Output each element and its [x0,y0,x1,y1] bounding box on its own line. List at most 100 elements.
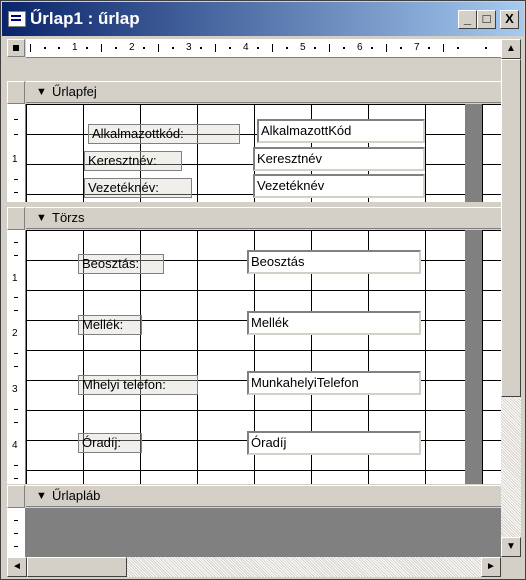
ruler-tick [158,44,159,52]
ruler-dot [257,47,259,49]
body-section-bar[interactable]: ▼ Törzs [26,207,501,229]
vertical-scroll-thumb[interactable] [501,59,521,397]
work-phone-field[interactable]: MunkahelyiTelefon [247,371,421,395]
section-arrow-icon: ▼ [36,86,47,98]
section-arrow-icon: ▼ [36,490,47,502]
header-section-selector[interactable] [7,81,25,104]
ruler-dash [14,134,18,135]
horizontal-ruler[interactable]: 1 2 3 4 5 6 7 [26,39,501,58]
form-window: Űrlap1 : űrlap _ □ X 1 2 3 4 5 6 7 ▼ Űrl… [0,0,526,580]
scroll-right-button[interactable]: ► [481,557,501,577]
header-section-label: Űrlapfej [52,84,97,99]
ruler-dash [14,533,18,534]
ruler-tick [443,44,444,52]
ruler-dot [400,47,402,49]
first-name-field[interactable]: Keresztnév [253,147,425,171]
ruler-dot [314,47,316,49]
ruler-dash [14,255,18,256]
footer-section-selector[interactable] [7,485,25,508]
ruler-dash [14,119,18,120]
horizontal-scroll-track[interactable] [127,557,481,577]
vertical-ruler-header[interactable]: 1 [7,104,26,202]
form-design-area: 1 2 3 4 5 6 7 ▼ Űrlapfej 1 Alkalmazottkó… [7,39,521,577]
last-name-label[interactable]: Vezetéknév: [84,178,192,198]
extension-label[interactable]: Mellék: [78,315,142,335]
ruler-dot [229,47,231,49]
work-phone-label[interactable]: Mhelyi telefon: [78,375,198,395]
scroll-down-button[interactable]: ▼ [501,537,521,557]
ruler-number: 4 [243,42,249,53]
ruler-dash [14,465,18,466]
ruler-dot [143,47,145,49]
hourly-rate-field[interactable]: Óradíj [247,431,421,455]
vertical-ruler-footer[interactable] [7,508,26,557]
ruler-dash [14,478,18,479]
ruler-dash [14,310,18,311]
scroll-up-button[interactable]: ▲ [501,39,521,59]
ruler-dot [428,47,430,49]
title-bar[interactable]: Űrlap1 : űrlap _ □ X [2,2,524,36]
window-title: Űrlap1 : űrlap [30,9,140,28]
form-icon [8,11,26,27]
last-name-field[interactable]: Vezetéknév [253,174,425,198]
section-arrow-icon: ▼ [36,212,47,224]
ruler-number: 4 [12,440,18,451]
employee-code-label[interactable]: Alkalmazottkód: [88,124,240,144]
ruler-dot [115,47,117,49]
vertical-ruler-body[interactable]: 1 2 3 4 [7,230,26,484]
ruler-tick [329,44,330,52]
body-section-selector[interactable] [7,207,25,230]
header-section-bar[interactable]: ▼ Űrlapfej [26,81,501,103]
ruler-dash [14,179,18,180]
position-field[interactable]: Beosztás [247,250,421,274]
ruler-number: 6 [357,42,363,53]
ruler-dot [58,47,60,49]
minimize-button[interactable]: _ [458,10,477,29]
form-selector[interactable] [7,39,25,57]
hourly-rate-label[interactable]: Óradíj: [78,433,142,453]
ruler-number: 1 [72,42,78,53]
ruler-number: 3 [186,42,192,53]
ruler-dot [172,47,174,49]
employee-code-field[interactable]: AlkalmazottKód [257,119,425,143]
ruler-dot [44,47,46,49]
ruler-dot [343,47,345,49]
maximize-button[interactable]: □ [477,10,496,29]
ruler-dot [286,47,288,49]
scroll-left-button[interactable]: ◄ [7,557,27,577]
ruler-tick [272,44,273,52]
ruler-dot [200,47,202,49]
close-button[interactable]: X [500,10,519,29]
extension-field[interactable]: Mellék [247,311,421,335]
footer-section-bar[interactable]: ▼ Űrlapláb [26,485,501,507]
first-name-label[interactable]: Keresztnév: [84,151,182,171]
ruler-number: 7 [414,42,420,53]
ruler-number: 5 [300,42,306,53]
ruler-dash [14,422,18,423]
ruler-dash [14,546,18,547]
ruler-tick [101,44,102,52]
ruler-dash [14,366,18,367]
ruler-dash [14,192,18,193]
position-label[interactable]: Beosztás: [78,254,164,274]
body-section-label: Törzs [52,210,85,225]
footer-section-label: Űrlapláb [52,488,101,503]
ruler-dash [14,409,18,410]
ruler-dot [485,47,487,49]
ruler-number: 1 [12,273,18,284]
ruler-number: 3 [12,384,18,395]
footer-area[interactable] [26,508,501,557]
ruler-dash [14,297,18,298]
form-edge [465,104,482,202]
ruler-number: 1 [12,154,18,165]
ruler-tick [386,44,387,52]
ruler-dot [371,47,373,49]
size-grip [501,557,521,577]
form-edge [465,230,482,484]
ruler-dash [14,520,18,521]
ruler-number: 2 [129,42,135,53]
horizontal-scroll-thumb[interactable] [27,557,127,577]
ruler-dash [14,353,18,354]
ruler-dot [86,47,88,49]
ruler-number: 2 [12,328,18,339]
